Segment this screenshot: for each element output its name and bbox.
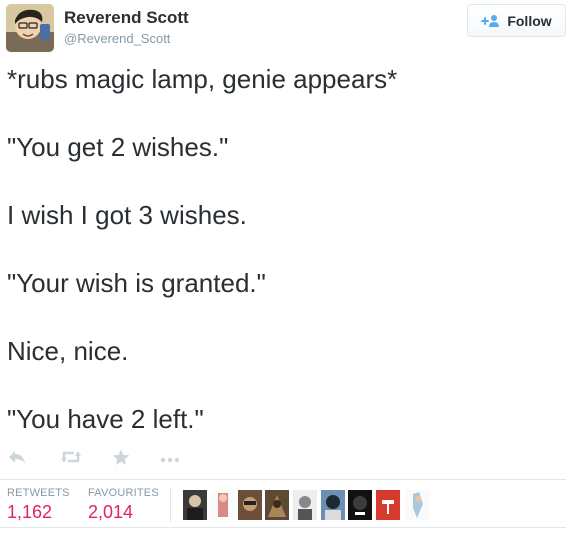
retweets-stat[interactable]: RETWEETS 1,162: [7, 487, 70, 523]
retweet-icon[interactable]: [60, 449, 82, 470]
divider-bottom: [0, 527, 566, 528]
tweet-text: *rubs magic lamp, genie appears* "You ge…: [7, 63, 567, 471]
favorite-star-icon[interactable]: [112, 449, 130, 471]
follow-button[interactable]: Follow: [467, 4, 566, 37]
tweet-line: I wish I got 3 wishes.: [7, 200, 247, 230]
tweet-card: Reverend Scott @Reverend_Scott Follow *r…: [0, 0, 578, 533]
divider-top: [0, 479, 566, 480]
favouriter-avatar[interactable]: [265, 490, 289, 520]
favouriter-avatar[interactable]: [211, 490, 235, 520]
favouriter-avatar[interactable]: [348, 490, 372, 520]
favouriter-avatar[interactable]: [238, 490, 262, 520]
retweets-count: 1,162: [7, 502, 53, 522]
favouriter-avatar[interactable]: [376, 490, 400, 520]
add-user-icon: [481, 14, 501, 28]
tweet-line: *rubs magic lamp, genie appears*: [7, 64, 398, 94]
favourites-count: 2,014: [88, 502, 134, 522]
tweet-line: Nice, nice.: [7, 336, 129, 366]
follow-button-label: Follow: [507, 12, 552, 29]
favourites-label: FAVOURITES: [88, 487, 159, 499]
favouriter-avatar[interactable]: [405, 490, 429, 520]
favourites-stat[interactable]: FAVOURITES 2,014: [88, 487, 159, 523]
favouriter-avatar[interactable]: [183, 490, 207, 520]
more-dots-icon[interactable]: [160, 452, 180, 470]
stats-divider: [170, 488, 171, 522]
favouriter-avatar[interactable]: [293, 490, 317, 520]
author-handle[interactable]: @Reverend_Scott: [64, 31, 170, 46]
tweet-line: "You have 2 left.": [7, 404, 204, 434]
tweet-line: "Your wish is granted.": [7, 268, 266, 298]
retweets-label: RETWEETS: [7, 487, 70, 499]
reply-icon[interactable]: [8, 449, 26, 470]
author-name[interactable]: Reverend Scott: [64, 8, 189, 28]
favouriter-avatar[interactable]: [321, 490, 345, 520]
tweet-line: "You get 2 wishes.": [7, 132, 229, 162]
author-avatar[interactable]: [6, 4, 54, 52]
